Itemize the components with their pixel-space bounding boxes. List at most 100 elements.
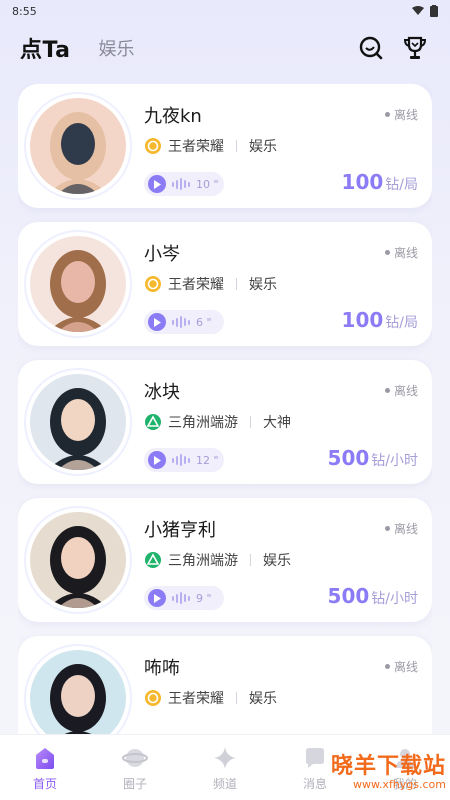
planet-icon [121,744,149,772]
voice-intro-button[interactable]: 6 " [144,310,224,334]
online-status: 离线 [384,382,418,399]
search-icon[interactable] [356,33,386,63]
status-text: 离线 [393,108,418,122]
avatar[interactable] [26,646,130,734]
play-icon [148,451,166,469]
player-tag: 娱乐 [249,277,277,293]
player-card[interactable]: 咘咘 离线 王者荣耀 娱乐 [18,636,432,734]
sparkle-icon [211,744,239,772]
online-status: 离线 [384,520,418,537]
price: 100 钻/局 [342,308,418,332]
avatar[interactable] [26,232,130,336]
watermark-title: 晓羊下载站 [330,754,446,779]
game-row: 三角洲端游 大神 [144,412,291,432]
player-card[interactable]: 冰块 离线 三角洲端游 大神 12 " 500 钻/小时 [18,360,432,484]
tab-dianta[interactable]: 点Ta [20,32,71,64]
avatar-photo [30,374,126,470]
price: 500 钻/小时 [328,584,418,608]
game-row: 王者荣耀 娱乐 [144,136,277,156]
game-row: 三角洲端游 娱乐 [144,550,291,570]
status-dot [384,112,390,117]
game-name: 王者荣耀 [168,691,224,707]
price-value: 100 [341,170,384,194]
honor-of-kings-icon [144,275,162,293]
trophy-icon[interactable] [400,33,430,63]
avatar[interactable] [26,508,130,612]
game-name: 王者荣耀 [168,277,224,293]
avatar[interactable] [26,94,130,198]
tabbar-label: 频道 [212,776,237,791]
price-value: 100 [341,308,384,332]
watermark-url: www.xfhygs.com [352,778,446,791]
divider [250,554,251,566]
tabbar-item-channel[interactable]: 频道 [190,744,260,792]
status-text: 离线 [393,522,418,536]
avatar-photo [30,236,126,332]
tab-entertainment[interactable]: 娱乐 [99,35,135,61]
price-unit: 钻/局 [385,315,418,331]
status-time: 8:55 [12,4,37,18]
tabbar-item-home[interactable]: 首页 [10,744,80,792]
player-tag: 大神 [263,415,291,431]
voice-intro-button[interactable]: 10 " [144,172,224,196]
status-dot [384,664,390,669]
player-card[interactable]: 小猪亨利 离线 三角洲端游 娱乐 9 " 500 钻/小时 [18,498,432,622]
price-value: 500 [327,446,370,470]
waveform-icon [172,178,190,190]
waveform-icon [172,592,190,604]
divider [236,140,237,152]
player-tag: 娱乐 [263,553,291,569]
player-list: 九夜kn 离线 王者荣耀 娱乐 10 " 100 钻/局 小岑 离线 王者荣耀 … [18,84,432,734]
delta-force-icon [144,551,162,569]
status-dot [384,526,390,531]
play-icon [148,589,166,607]
player-name: 冰块 [144,382,180,403]
divider [236,692,237,704]
player-name: 咘咘 [144,658,180,679]
game-row: 王者荣耀 娱乐 [144,688,277,708]
price: 500 钻/小时 [328,446,418,470]
waveform-icon [172,316,190,328]
player-tag: 娱乐 [249,691,277,707]
avatar-photo [30,512,126,608]
price-unit: 钻/小时 [371,453,418,469]
play-icon [148,175,166,193]
game-row: 王者荣耀 娱乐 [144,274,277,294]
honor-of-kings-icon [144,689,162,707]
voice-duration: 10 " [196,177,219,191]
voice-intro-button[interactable]: 9 " [144,586,224,610]
game-name: 王者荣耀 [168,139,224,155]
avatar-photo [30,650,126,734]
player-name: 小猪亨利 [144,520,216,541]
wifi-icon [412,6,424,15]
avatar-photo [30,98,126,194]
game-name: 三角洲端游 [168,415,238,431]
status-dot [384,388,390,393]
price-value: 500 [327,584,370,608]
player-card[interactable]: 九夜kn 离线 王者荣耀 娱乐 10 " 100 钻/局 [18,84,432,208]
player-card[interactable]: 小岑 离线 王者荣耀 娱乐 6 " 100 钻/局 [18,222,432,346]
status-bar: 8:55 [0,0,450,22]
voice-duration: 9 " [196,591,212,605]
player-tag: 娱乐 [249,139,277,155]
honor-of-kings-icon [144,137,162,155]
home-icon [31,744,59,772]
status-icons [412,5,438,17]
play-icon [148,313,166,331]
status-text: 离线 [393,384,418,398]
tabbar-item-circle[interactable]: 圈子 [100,744,170,792]
avatar[interactable] [26,370,130,474]
online-status: 离线 [384,244,418,261]
site-watermark: 晓羊下载站 www.xfhygs.com [316,748,450,800]
status-text: 离线 [393,246,418,260]
player-name: 小岑 [144,244,180,265]
online-status: 离线 [384,658,418,675]
divider [250,416,251,428]
tabbar-label: 首页 [32,776,57,791]
top-header: 点Ta 娱乐 [0,24,450,72]
voice-intro-button[interactable]: 12 " [144,448,224,472]
voice-duration: 6 " [196,315,212,329]
player-name: 九夜kn [144,106,202,127]
voice-duration: 12 " [196,453,219,467]
price-unit: 钻/局 [385,177,418,193]
